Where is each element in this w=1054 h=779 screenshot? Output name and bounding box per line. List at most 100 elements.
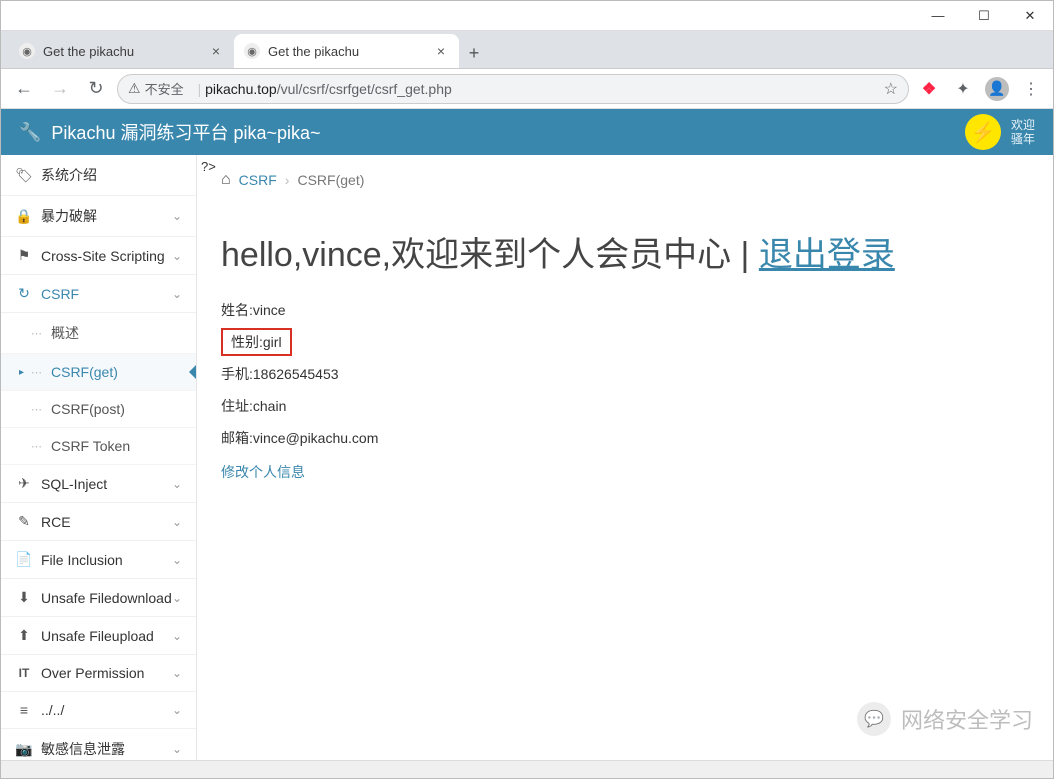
chevron-down-icon: ⌄ bbox=[172, 629, 182, 643]
new-tab-button[interactable]: + bbox=[459, 38, 489, 68]
security-warning-icon: ⚠ 不安全 bbox=[128, 79, 190, 98]
download-icon: ⬇ bbox=[15, 589, 33, 606]
lock-icon: 🔒 bbox=[15, 208, 33, 225]
watermark-text: 网络安全学习 bbox=[901, 703, 1033, 735]
pikachu-avatar-icon: ⚡ bbox=[965, 114, 1001, 150]
sidebar-item-label: 敏感信息泄露 bbox=[41, 739, 125, 759]
browser-tab[interactable]: ◉ Get the pikachu × bbox=[9, 34, 234, 68]
chevron-down-icon: ⌄ bbox=[172, 666, 182, 680]
sidebar-item-fileinclusion[interactable]: 📄 File Inclusion ⌄ bbox=[1, 541, 196, 579]
sidebar: 🏷 系统介绍 🔒 暴力破解 ⌄ ⚑ Cross-Site Scripting ⌄… bbox=[1, 155, 197, 760]
sidebar-subitem-csrf-get[interactable]: ▸ ⋯ CSRF(get) bbox=[1, 354, 196, 391]
profile-name: 姓名:vince bbox=[221, 294, 1029, 326]
profile-avatar-icon[interactable]: 👤 bbox=[983, 75, 1011, 103]
chevron-down-icon: ⌄ bbox=[172, 591, 182, 605]
pencil-icon: ✎ bbox=[15, 513, 33, 530]
window-minimize-button[interactable]: — bbox=[915, 1, 961, 31]
sidebar-item-label: Over Permission bbox=[41, 665, 144, 681]
sidebar-item-intro[interactable]: 🏷 系统介绍 bbox=[1, 155, 196, 196]
tag-icon: 🏷 bbox=[15, 167, 33, 184]
wechat-icon: 💬 bbox=[857, 702, 891, 736]
list-icon: ≡ bbox=[15, 702, 33, 718]
profile-panel: hello,vince,欢迎来到个人会员中心 | 退出登录 姓名:vince 性… bbox=[197, 199, 1053, 492]
tree-connector-icon: ⋯ bbox=[31, 327, 45, 340]
sidebar-item-csrf[interactable]: ↻ CSRF ⌄ bbox=[1, 275, 196, 313]
plane-icon: ✈ bbox=[15, 475, 33, 492]
sidebar-subitem-label: CSRF(get) bbox=[51, 364, 118, 380]
breadcrumb: ⌂ CSRF › CSRF(get) bbox=[197, 155, 1053, 199]
back-button[interactable]: ← bbox=[9, 74, 39, 104]
sidebar-item-label: Unsafe Fileupload bbox=[41, 628, 154, 644]
bookmark-star-icon[interactable]: ☆ bbox=[884, 79, 898, 99]
chevron-down-icon: ⌄ bbox=[172, 249, 182, 263]
security-text: 不安全 bbox=[145, 79, 184, 98]
tree-connector-icon: ⋯ bbox=[31, 403, 45, 416]
tab-title: Get the pikachu bbox=[268, 44, 359, 59]
header-user-block: ⚡ 欢迎 骚年 bbox=[965, 114, 1035, 150]
sidebar-item-overpermission[interactable]: IT Over Permission ⌄ bbox=[1, 655, 196, 692]
flag-icon: ⚑ bbox=[15, 247, 33, 264]
browser-tab-active[interactable]: ◉ Get the pikachu × bbox=[234, 34, 459, 68]
breadcrumb-current: CSRF(get) bbox=[297, 172, 364, 188]
forward-button: → bbox=[45, 74, 75, 104]
header-welcome-text: 欢迎 骚年 bbox=[1011, 118, 1035, 146]
extension-icon[interactable]: ❖ bbox=[915, 75, 943, 103]
wrench-icon: 🔧 bbox=[19, 122, 41, 143]
stray-php-text: ?> bbox=[201, 159, 216, 174]
app-body: 🏷 系统介绍 🔒 暴力破解 ⌄ ⚑ Cross-Site Scripting ⌄… bbox=[1, 155, 1053, 760]
sidebar-item-label: SQL-Inject bbox=[41, 476, 107, 492]
chevron-down-icon: ⌄ bbox=[172, 515, 182, 529]
globe-icon: ◉ bbox=[19, 43, 35, 59]
home-icon[interactable]: ⌂ bbox=[221, 171, 231, 189]
breadcrumb-separator: › bbox=[285, 172, 290, 188]
window-close-button[interactable]: ✕ bbox=[1007, 1, 1053, 31]
logout-link[interactable]: 退出登录 bbox=[759, 236, 895, 274]
address-bar[interactable]: ⚠ 不安全 | pikachu.top/vul/csrf/csrfget/csr… bbox=[117, 74, 909, 104]
sidebar-subitems-csrf: ⋯ 概述 ▸ ⋯ CSRF(get) ⋯ CSRF(post) ⋯ CSRF T… bbox=[1, 313, 196, 465]
sidebar-item-filedownload[interactable]: ⬇ Unsafe Filedownload ⌄ bbox=[1, 579, 196, 617]
browser-toolbar: ← → ↻ ⚠ 不安全 | pikachu.top/vul/csrf/csrfg… bbox=[1, 69, 1053, 109]
tree-connector-icon: ⋯ bbox=[31, 440, 45, 453]
chevron-down-icon: ⌄ bbox=[172, 742, 182, 756]
main-content: ?> ⌂ CSRF › CSRF(get) hello,vince,欢迎来到个人… bbox=[197, 155, 1053, 760]
edit-profile-link[interactable]: 修改个人信息 bbox=[221, 454, 305, 482]
app-header: 🔧 Pikachu 漏洞练习平台 pika~pika~ ⚡ 欢迎 骚年 bbox=[1, 109, 1053, 155]
sidebar-item-fileupload[interactable]: ⬆ Unsafe Fileupload ⌄ bbox=[1, 617, 196, 655]
sidebar-item-label: 系统介绍 bbox=[41, 165, 97, 185]
sidebar-item-xss[interactable]: ⚑ Cross-Site Scripting ⌄ bbox=[1, 237, 196, 275]
sidebar-subitem-label: 概述 bbox=[51, 323, 79, 343]
reload-button[interactable]: ↻ bbox=[81, 74, 111, 104]
browser-window: — ☐ ✕ ◉ Get the pikachu × ◉ Get the pika… bbox=[0, 0, 1054, 779]
sidebar-item-infoleak[interactable]: 📷 敏感信息泄露 ⌄ bbox=[1, 729, 196, 760]
chevron-down-icon: ⌄ bbox=[172, 477, 182, 491]
breadcrumb-link-csrf[interactable]: CSRF bbox=[239, 172, 277, 188]
watermark: 💬 网络安全学习 bbox=[857, 702, 1033, 736]
profile-address: 住址:chain bbox=[221, 390, 1029, 422]
sidebar-subitem-overview[interactable]: ⋯ 概述 bbox=[1, 313, 196, 354]
tree-connector-icon: ⋯ bbox=[31, 366, 45, 379]
sidebar-item-sql[interactable]: ✈ SQL-Inject ⌄ bbox=[1, 465, 196, 503]
browser-menu-icon[interactable]: ⋮ bbox=[1017, 75, 1045, 103]
sidebar-item-label: Cross-Site Scripting bbox=[41, 248, 165, 264]
text-icon: IT bbox=[15, 666, 33, 680]
sidebar-subitem-csrf-token[interactable]: ⋯ CSRF Token bbox=[1, 428, 196, 465]
camera-icon: 📷 bbox=[15, 741, 33, 758]
sidebar-subitem-label: CSRF(post) bbox=[51, 401, 125, 417]
horizontal-scrollbar[interactable] bbox=[1, 760, 1053, 778]
sidebar-item-bruteforce[interactable]: 🔒 暴力破解 ⌄ bbox=[1, 196, 196, 237]
sidebar-item-label: File Inclusion bbox=[41, 552, 123, 568]
sidebar-item-rce[interactable]: ✎ RCE ⌄ bbox=[1, 503, 196, 541]
browser-tabbar: ◉ Get the pikachu × ◉ Get the pikachu × … bbox=[1, 31, 1053, 69]
sidebar-item-label: CSRF bbox=[41, 286, 79, 302]
upload-icon: ⬆ bbox=[15, 627, 33, 644]
sidebar-subitem-csrf-post[interactable]: ⋯ CSRF(post) bbox=[1, 391, 196, 428]
tab-close-icon[interactable]: × bbox=[433, 43, 449, 59]
file-icon: 📄 bbox=[15, 551, 33, 568]
app-title: Pikachu 漏洞练习平台 pika~pika~ bbox=[51, 119, 965, 145]
sidebar-item-pathtraversal[interactable]: ≡ ../../ ⌄ bbox=[1, 692, 196, 729]
globe-icon: ◉ bbox=[244, 43, 260, 59]
tab-close-icon[interactable]: × bbox=[208, 43, 224, 59]
extensions-puzzle-icon[interactable]: ✦ bbox=[949, 75, 977, 103]
caret-right-icon: ▸ bbox=[19, 367, 24, 378]
window-maximize-button[interactable]: ☐ bbox=[961, 1, 1007, 31]
